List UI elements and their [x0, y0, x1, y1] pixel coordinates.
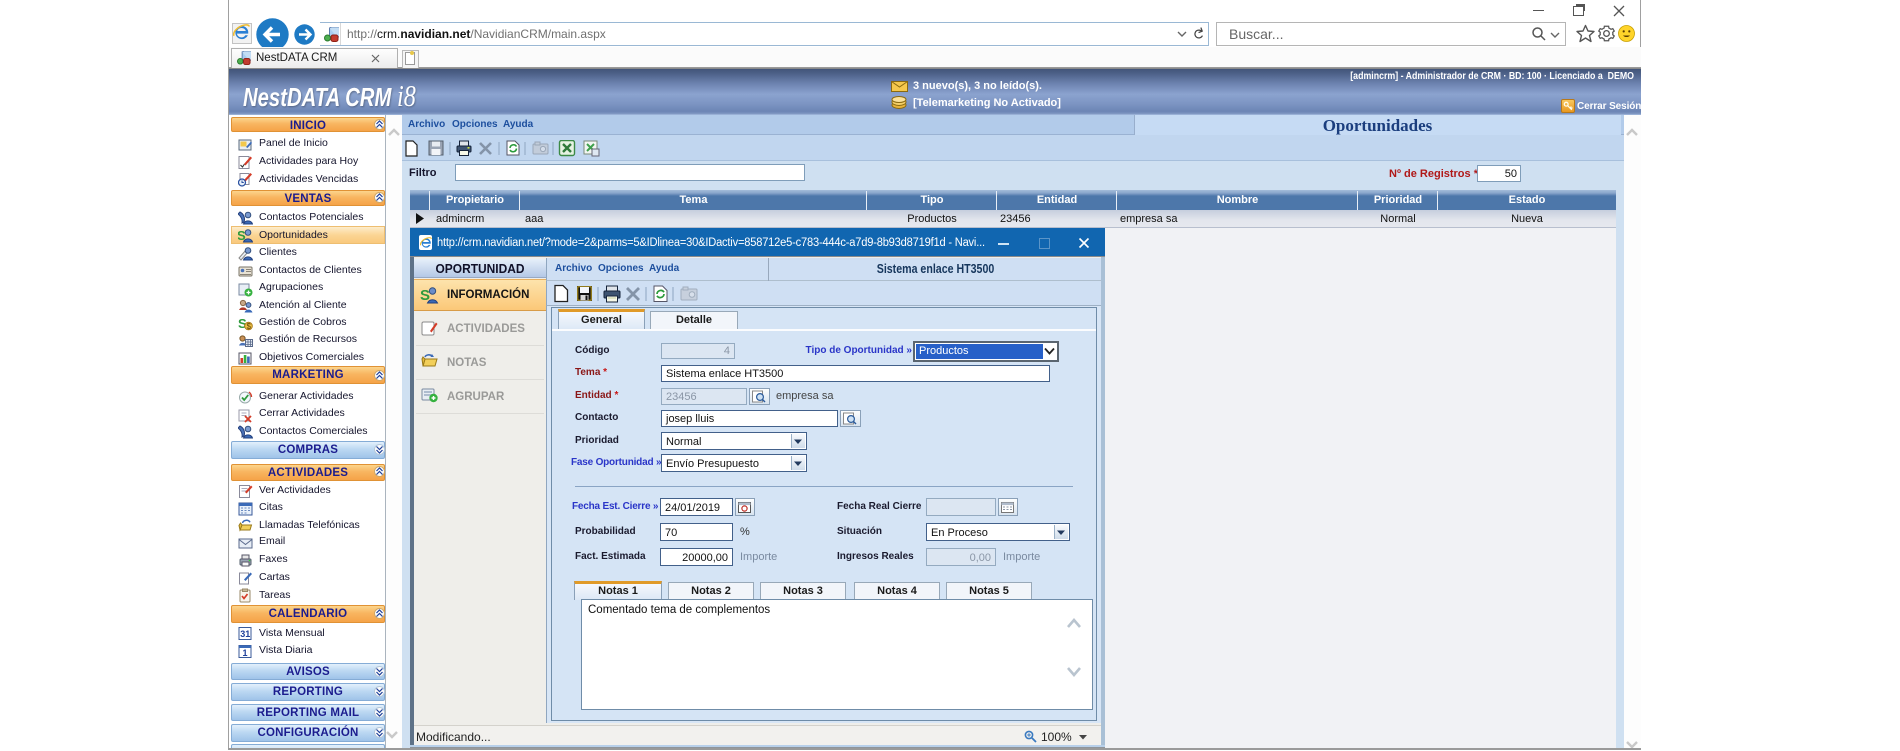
svg-text:1: 1	[243, 648, 248, 658]
svg-text:$: $	[247, 322, 252, 331]
svg-text:31: 31	[240, 629, 250, 639]
